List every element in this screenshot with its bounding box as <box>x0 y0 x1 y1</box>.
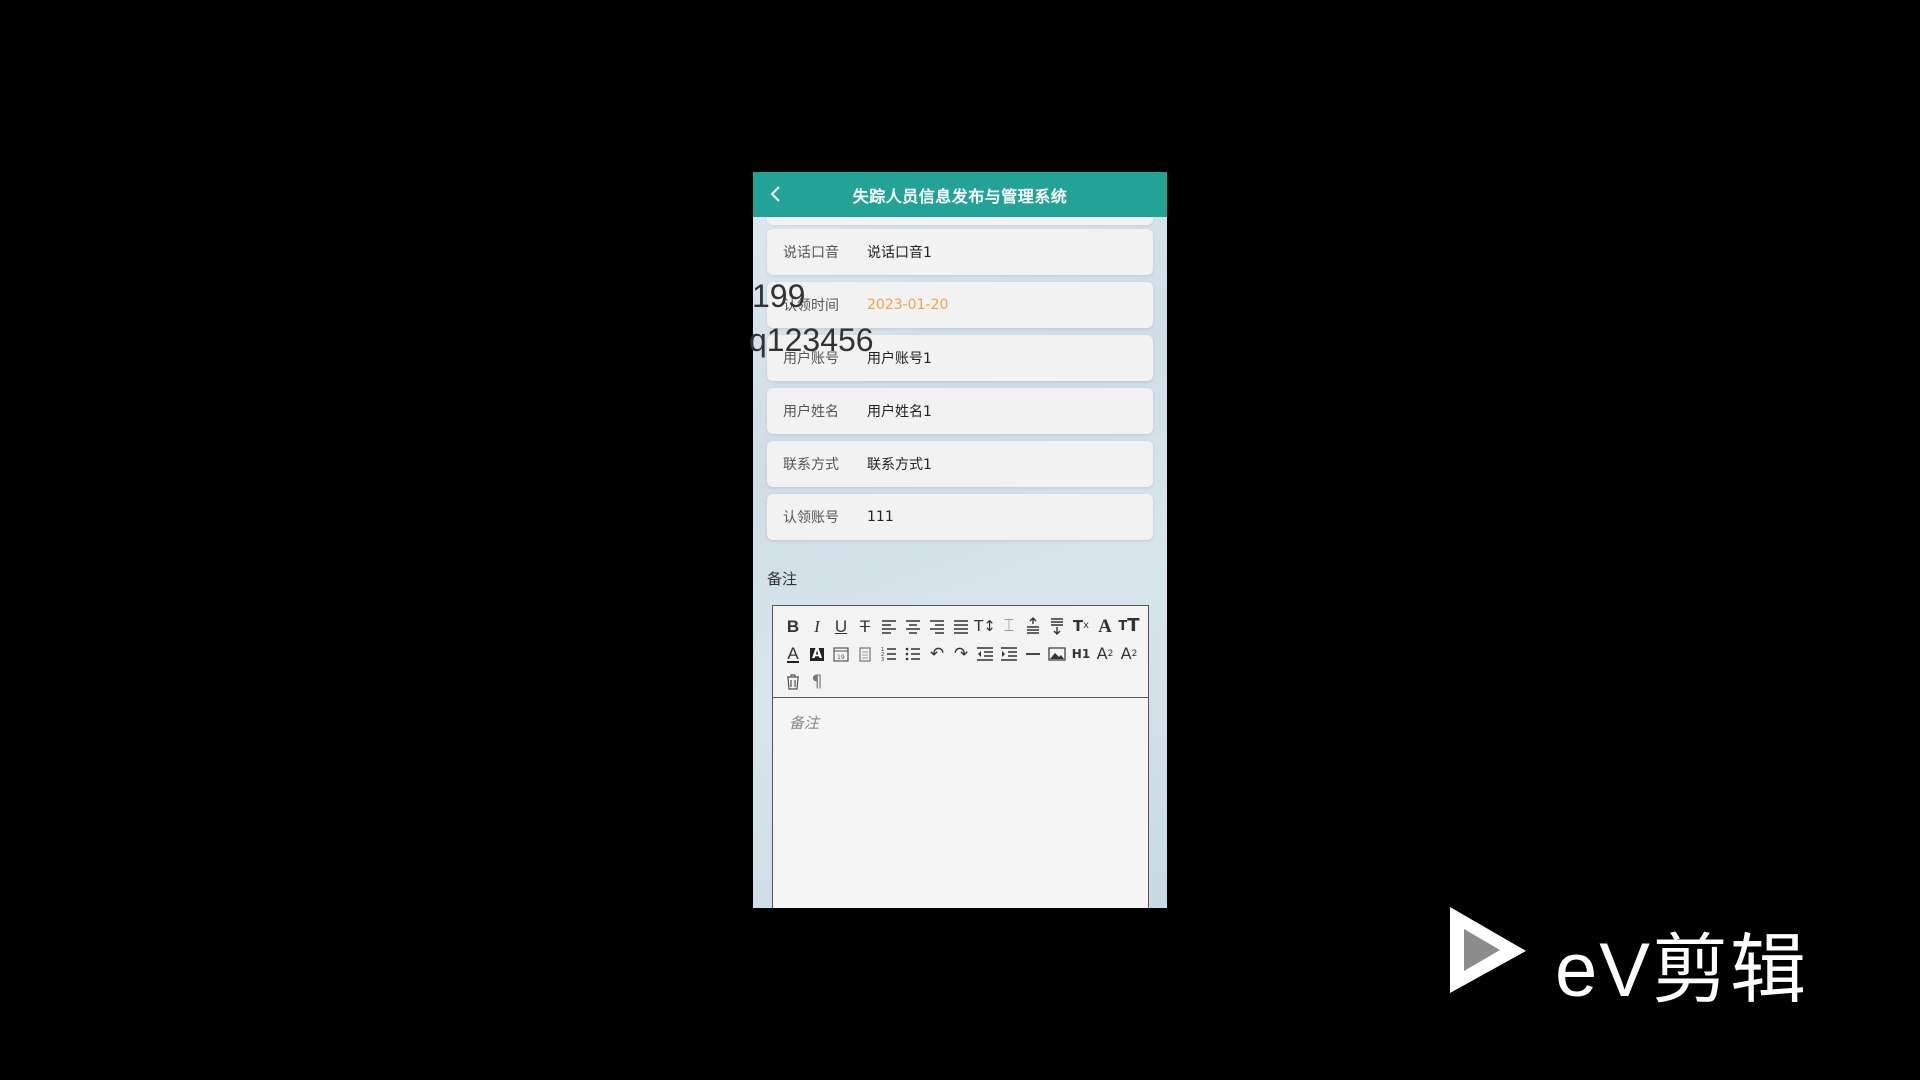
italic-icon[interactable]: I <box>805 612 829 640</box>
svg-text:19: 19 <box>837 654 845 661</box>
align-justify-icon[interactable] <box>949 612 973 640</box>
background-color-icon[interactable]: A <box>805 640 829 668</box>
image-icon[interactable] <box>1045 640 1069 668</box>
font-color-icon[interactable]: A <box>781 640 805 668</box>
overlay-text: 199 <box>752 278 806 314</box>
font-size-icon[interactable]: T↕ <box>973 612 997 640</box>
font-family-icon[interactable]: A <box>1093 612 1117 640</box>
field-row-contact[interactable]: 联系方式 联系方式1 <box>767 441 1153 487</box>
field-value[interactable]: 说话口音1 <box>867 242 932 262</box>
field-value[interactable]: 用户账号1 <box>867 348 932 368</box>
previous-row-edge <box>767 217 1153 225</box>
outdent-icon[interactable] <box>973 640 997 668</box>
ordered-list-icon[interactable]: 123 <box>877 640 901 668</box>
field-value[interactable]: 联系方式1 <box>867 454 932 474</box>
subscript-icon[interactable]: A2 <box>1093 640 1117 668</box>
field-row-accent[interactable]: 说话口音 说话口音1 <box>767 229 1153 275</box>
line-height-icon[interactable]: ⌶ <box>997 612 1021 640</box>
watermark-text: eV剪辑 <box>1555 928 1808 1013</box>
editor-placeholder: 备注 <box>789 714 820 732</box>
rich-text-editor[interactable]: B I U T T↕ ⌶ Tx A TT A A 19 123 ↶ ↷ H1 A… <box>772 605 1149 908</box>
phone-screen: 失踪人员信息发布与管理系统 说话口音 说话口音1 认领时间 2023-01-20… <box>753 172 1167 908</box>
paragraph-mark-icon[interactable]: ¶ <box>805 668 829 696</box>
paragraph-spacing-below-icon[interactable] <box>1045 612 1069 640</box>
horizontal-rule-icon[interactable] <box>1021 640 1045 668</box>
date-icon[interactable]: 19 <box>829 640 853 668</box>
indent-icon[interactable] <box>997 640 1021 668</box>
chevron-left-icon <box>770 186 780 202</box>
remarks-label: 备注 <box>767 570 798 588</box>
h1-icon[interactable]: H1 <box>1069 640 1093 668</box>
field-label: 认领账号 <box>783 510 839 526</box>
unordered-list-icon[interactable] <box>901 640 925 668</box>
field-value[interactable]: 用户姓名1 <box>867 401 932 421</box>
align-right-icon[interactable] <box>925 612 949 640</box>
field-row-claim-account[interactable]: 认领账号 111 <box>767 494 1153 540</box>
app-header: 失踪人员信息发布与管理系统 <box>753 172 1167 217</box>
editor-toolbar: B I U T T↕ ⌶ Tx A TT A A 19 123 ↶ ↷ H1 A… <box>773 606 1148 698</box>
page-title: 失踪人员信息发布与管理系统 <box>852 186 1068 206</box>
strikethrough-icon[interactable]: T <box>853 612 877 640</box>
field-label: 说话口音 <box>783 245 839 261</box>
superscript-icon[interactable]: A2 <box>1117 640 1141 668</box>
align-left-icon[interactable] <box>877 612 901 640</box>
underline-icon[interactable]: U <box>829 612 853 640</box>
field-label: 联系方式 <box>783 457 839 473</box>
editor-content-area[interactable]: 备注 <box>773 698 1148 908</box>
back-button[interactable] <box>763 181 789 207</box>
delete-icon[interactable] <box>781 668 805 696</box>
paste-icon[interactable] <box>853 640 877 668</box>
align-center-icon[interactable] <box>901 612 925 640</box>
bold-icon[interactable]: B <box>781 612 805 640</box>
undo-icon[interactable]: ↶ <box>925 640 949 668</box>
field-value[interactable]: 2023-01-20 <box>867 297 948 313</box>
clear-format-icon[interactable]: Tx <box>1069 612 1093 640</box>
overlay-text: q123456 <box>749 322 874 358</box>
svg-text:3: 3 <box>881 657 884 663</box>
field-value[interactable]: 111 <box>867 509 894 525</box>
paragraph-spacing-above-icon[interactable] <box>1021 612 1045 640</box>
text-size-icon[interactable]: TT <box>1117 612 1141 640</box>
field-label: 用户姓名 <box>783 404 839 420</box>
redo-icon[interactable]: ↷ <box>949 640 973 668</box>
field-row-user-name[interactable]: 用户姓名 用户姓名1 <box>767 388 1153 434</box>
